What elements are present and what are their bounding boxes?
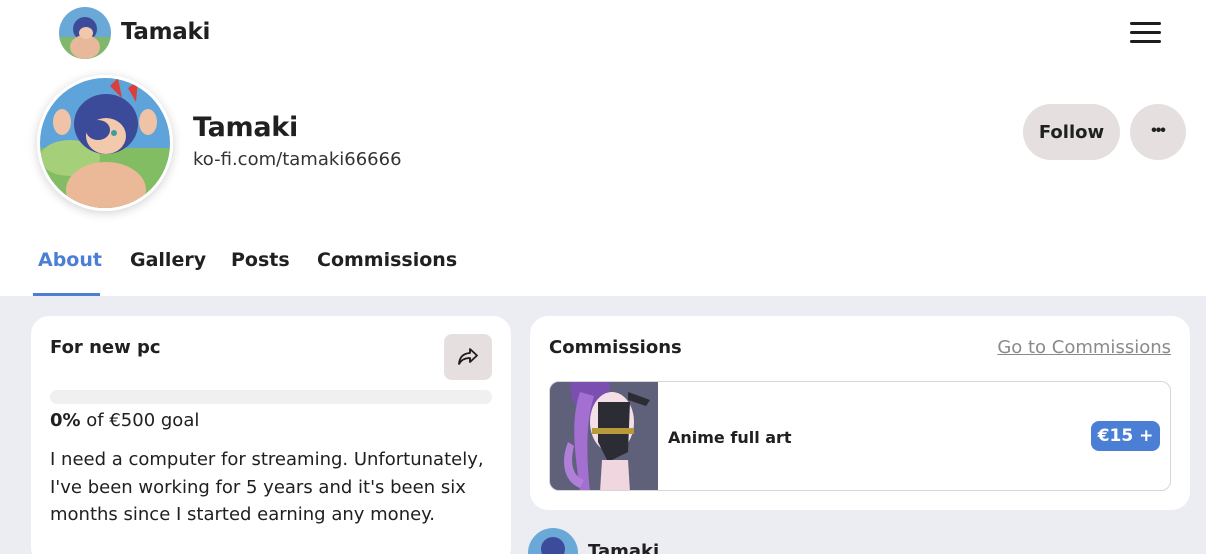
commission-thumbnail: [550, 382, 658, 490]
top-creator-name[interactable]: Tamaki: [121, 19, 210, 45]
post-author-name[interactable]: Tamaki: [588, 541, 659, 554]
more-options-button[interactable]: •••: [1130, 104, 1186, 160]
go-to-commissions-link[interactable]: Go to Commissions: [997, 337, 1171, 358]
follow-button[interactable]: Follow: [1023, 104, 1120, 160]
goal-progress-bar: [50, 390, 492, 404]
goal-card: For new pc 0% of €500 goal I need a comp…: [31, 316, 511, 554]
tab-gallery[interactable]: Gallery: [130, 249, 206, 271]
tab-posts[interactable]: Posts: [231, 249, 290, 271]
hamburger-menu-icon[interactable]: [1130, 22, 1161, 44]
commission-name: Anime full art: [668, 428, 792, 447]
share-button[interactable]: [444, 334, 492, 380]
profile-avatar: [37, 75, 173, 211]
tab-commissions[interactable]: Commissions: [317, 249, 457, 271]
goal-percent: 0%: [50, 410, 81, 431]
goal-amount-text: 0% of €500 goal: [50, 410, 199, 431]
commission-item[interactable]: Anime full art €15 +: [549, 381, 1171, 491]
goal-target: of €500 goal: [80, 410, 200, 431]
profile-tabs: About Gallery Posts Commissions: [0, 240, 1206, 296]
tab-about[interactable]: About: [38, 249, 102, 271]
commissions-title: Commissions: [549, 337, 682, 358]
top-bar: Tamaki: [0, 0, 1206, 66]
goal-title: For new pc: [50, 337, 161, 358]
goal-description: I need a computer for streaming. Unfortu…: [50, 449, 484, 525]
commission-price-badge: €15 +: [1091, 421, 1160, 451]
commissions-card: Commissions Go to Commissions Anime full…: [530, 316, 1190, 510]
profile-name: Tamaki: [193, 112, 298, 143]
share-arrow-icon: [458, 348, 478, 365]
more-dots-icon: •••: [1151, 122, 1166, 139]
top-avatar[interactable]: [59, 7, 111, 59]
profile-url: ko-fi.com/tamaki66666: [193, 149, 402, 170]
